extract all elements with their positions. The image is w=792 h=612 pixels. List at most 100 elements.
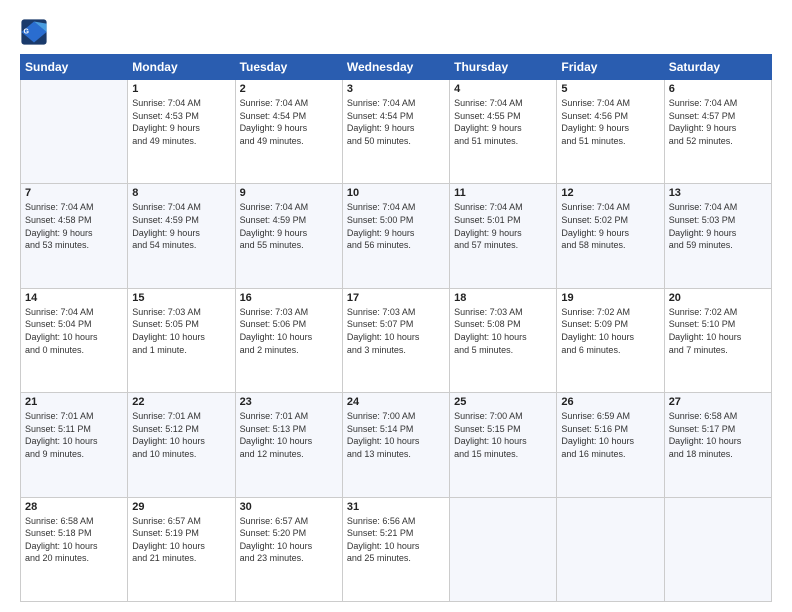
calendar-cell: 19 Sunrise: 7:02 AM Sunset: 5:09 PM Dayli… <box>557 288 664 392</box>
day-number: 8 <box>132 187 230 199</box>
calendar-cell: 21Sunrise: 7:01 AM Sunset: 5:11 PM Dayli… <box>21 393 128 497</box>
day-number: 13 <box>669 187 767 199</box>
day-details: Sunrise: 7:03 AM Sunset: 5:08 PM Dayligh… <box>454 306 552 356</box>
day-details: Sunrise: 7:01 AM Sunset: 5:13 PM Dayligh… <box>240 410 338 460</box>
day-number: 5 <box>561 83 659 95</box>
day-number: 7 <box>25 187 123 199</box>
calendar-cell: 12Sunrise: 7:04 AM Sunset: 5:02 PM Dayli… <box>557 184 664 288</box>
day-number: 2 <box>240 83 338 95</box>
calendar-cell: 8 Sunrise: 7:04 AM Sunset: 4:59 PM Daylig… <box>128 184 235 288</box>
calendar-cell: 22Sunrise: 7:01 AM Sunset: 5:12 PM Dayli… <box>128 393 235 497</box>
calendar-cell: 9 Sunrise: 7:04 AM Sunset: 4:59 PM Daylig… <box>235 184 342 288</box>
header: G <box>20 18 772 46</box>
day-number: 16 <box>240 292 338 304</box>
calendar-cell: 26 Sunrise: 6:59 AM Sunset: 5:16 PM Dayli… <box>557 393 664 497</box>
day-details: Sunrise: 7:02 AM Sunset: 5:10 PM Dayligh… <box>669 306 767 356</box>
calendar-cell <box>450 497 557 601</box>
calendar-cell: 3 Sunrise: 7:04 AM Sunset: 4:54 PM Daylig… <box>342 80 449 184</box>
day-details: Sunrise: 7:02 AM Sunset: 5:09 PM Dayligh… <box>561 306 659 356</box>
day-number: 17 <box>347 292 445 304</box>
day-number: 29 <box>132 501 230 513</box>
day-number: 12 <box>561 187 659 199</box>
calendar-day-header: Tuesday <box>235 55 342 80</box>
day-details: Sunrise: 6:59 AM Sunset: 5:16 PM Dayligh… <box>561 410 659 460</box>
day-number: 3 <box>347 83 445 95</box>
calendar-week-row: 7 Sunrise: 7:04 AM Sunset: 4:58 PM Daylig… <box>21 184 772 288</box>
calendar-cell: 31 Sunrise: 6:56 AM Sunset: 5:21 PM Dayli… <box>342 497 449 601</box>
calendar-cell: 4 Sunrise: 7:04 AM Sunset: 4:55 PM Daylig… <box>450 80 557 184</box>
day-number: 28 <box>25 501 123 513</box>
calendar-table: SundayMondayTuesdayWednesdayThursdayFrid… <box>20 54 772 602</box>
day-details: Sunrise: 7:04 AM Sunset: 5:04 PM Dayligh… <box>25 306 123 356</box>
day-details: Sunrise: 7:04 AM Sunset: 4:55 PM Dayligh… <box>454 97 552 147</box>
calendar-cell <box>21 80 128 184</box>
calendar-day-header: Monday <box>128 55 235 80</box>
calendar-cell <box>557 497 664 601</box>
calendar-cell: 14 Sunrise: 7:04 AM Sunset: 5:04 PM Dayli… <box>21 288 128 392</box>
day-number: 19 <box>561 292 659 304</box>
calendar-week-row: 21Sunrise: 7:01 AM Sunset: 5:11 PM Dayli… <box>21 393 772 497</box>
calendar-day-header: Sunday <box>21 55 128 80</box>
day-details: Sunrise: 6:56 AM Sunset: 5:21 PM Dayligh… <box>347 515 445 565</box>
calendar-cell: 23 Sunrise: 7:01 AM Sunset: 5:13 PM Dayli… <box>235 393 342 497</box>
calendar-cell: 6 Sunrise: 7:04 AM Sunset: 4:57 PM Daylig… <box>664 80 771 184</box>
calendar-cell: 5Sunrise: 7:04 AM Sunset: 4:56 PM Daylig… <box>557 80 664 184</box>
day-details: Sunrise: 7:04 AM Sunset: 4:54 PM Dayligh… <box>240 97 338 147</box>
calendar-cell: 11 Sunrise: 7:04 AM Sunset: 5:01 PM Dayli… <box>450 184 557 288</box>
calendar-week-row: 28 Sunrise: 6:58 AM Sunset: 5:18 PM Dayli… <box>21 497 772 601</box>
day-details: Sunrise: 7:04 AM Sunset: 4:58 PM Dayligh… <box>25 201 123 251</box>
day-number: 10 <box>347 187 445 199</box>
logo: G <box>20 18 52 46</box>
day-number: 24 <box>347 396 445 408</box>
calendar-cell: 28 Sunrise: 6:58 AM Sunset: 5:18 PM Dayli… <box>21 497 128 601</box>
day-number: 11 <box>454 187 552 199</box>
day-number: 4 <box>454 83 552 95</box>
day-number: 26 <box>561 396 659 408</box>
calendar-day-header: Friday <box>557 55 664 80</box>
day-number: 1 <box>132 83 230 95</box>
calendar-cell: 10 Sunrise: 7:04 AM Sunset: 5:00 PM Dayli… <box>342 184 449 288</box>
day-number: 23 <box>240 396 338 408</box>
calendar-cell: 7 Sunrise: 7:04 AM Sunset: 4:58 PM Daylig… <box>21 184 128 288</box>
day-details: Sunrise: 7:04 AM Sunset: 5:01 PM Dayligh… <box>454 201 552 251</box>
calendar-week-row: 14 Sunrise: 7:04 AM Sunset: 5:04 PM Dayli… <box>21 288 772 392</box>
calendar-header-row: SundayMondayTuesdayWednesdayThursdayFrid… <box>21 55 772 80</box>
calendar-cell: 30Sunrise: 6:57 AM Sunset: 5:20 PM Dayli… <box>235 497 342 601</box>
svg-text:G: G <box>24 28 30 35</box>
calendar-week-row: 1Sunrise: 7:04 AM Sunset: 4:53 PM Daylig… <box>21 80 772 184</box>
day-details: Sunrise: 6:58 AM Sunset: 5:17 PM Dayligh… <box>669 410 767 460</box>
calendar-cell: 29Sunrise: 6:57 AM Sunset: 5:19 PM Dayli… <box>128 497 235 601</box>
calendar-cell <box>664 497 771 601</box>
day-details: Sunrise: 7:04 AM Sunset: 4:59 PM Dayligh… <box>240 201 338 251</box>
day-details: Sunrise: 7:03 AM Sunset: 5:06 PM Dayligh… <box>240 306 338 356</box>
calendar-cell: 25Sunrise: 7:00 AM Sunset: 5:15 PM Dayli… <box>450 393 557 497</box>
day-details: Sunrise: 7:04 AM Sunset: 4:54 PM Dayligh… <box>347 97 445 147</box>
day-details: Sunrise: 7:04 AM Sunset: 5:00 PM Dayligh… <box>347 201 445 251</box>
calendar-cell: 13 Sunrise: 7:04 AM Sunset: 5:03 PM Dayli… <box>664 184 771 288</box>
day-number: 14 <box>25 292 123 304</box>
day-details: Sunrise: 7:01 AM Sunset: 5:11 PM Dayligh… <box>25 410 123 460</box>
calendar-cell: 17 Sunrise: 7:03 AM Sunset: 5:07 PM Dayli… <box>342 288 449 392</box>
day-details: Sunrise: 7:00 AM Sunset: 5:15 PM Dayligh… <box>454 410 552 460</box>
day-details: Sunrise: 7:04 AM Sunset: 5:03 PM Dayligh… <box>669 201 767 251</box>
day-number: 30 <box>240 501 338 513</box>
calendar-cell: 1Sunrise: 7:04 AM Sunset: 4:53 PM Daylig… <box>128 80 235 184</box>
calendar-cell: 15Sunrise: 7:03 AM Sunset: 5:05 PM Dayli… <box>128 288 235 392</box>
calendar-cell: 20Sunrise: 7:02 AM Sunset: 5:10 PM Dayli… <box>664 288 771 392</box>
calendar-cell: 27Sunrise: 6:58 AM Sunset: 5:17 PM Dayli… <box>664 393 771 497</box>
calendar-day-header: Thursday <box>450 55 557 80</box>
logo-icon: G <box>20 18 48 46</box>
day-details: Sunrise: 7:04 AM Sunset: 4:57 PM Dayligh… <box>669 97 767 147</box>
day-number: 22 <box>132 396 230 408</box>
page: G SundayMondayTuesdayWednesdayThursdayFr… <box>0 0 792 612</box>
day-number: 9 <box>240 187 338 199</box>
day-number: 31 <box>347 501 445 513</box>
day-number: 18 <box>454 292 552 304</box>
day-number: 6 <box>669 83 767 95</box>
day-details: Sunrise: 7:04 AM Sunset: 4:59 PM Dayligh… <box>132 201 230 251</box>
day-details: Sunrise: 7:03 AM Sunset: 5:07 PM Dayligh… <box>347 306 445 356</box>
day-details: Sunrise: 6:58 AM Sunset: 5:18 PM Dayligh… <box>25 515 123 565</box>
calendar-day-header: Wednesday <box>342 55 449 80</box>
calendar-cell: 24 Sunrise: 7:00 AM Sunset: 5:14 PM Dayli… <box>342 393 449 497</box>
day-details: Sunrise: 7:00 AM Sunset: 5:14 PM Dayligh… <box>347 410 445 460</box>
